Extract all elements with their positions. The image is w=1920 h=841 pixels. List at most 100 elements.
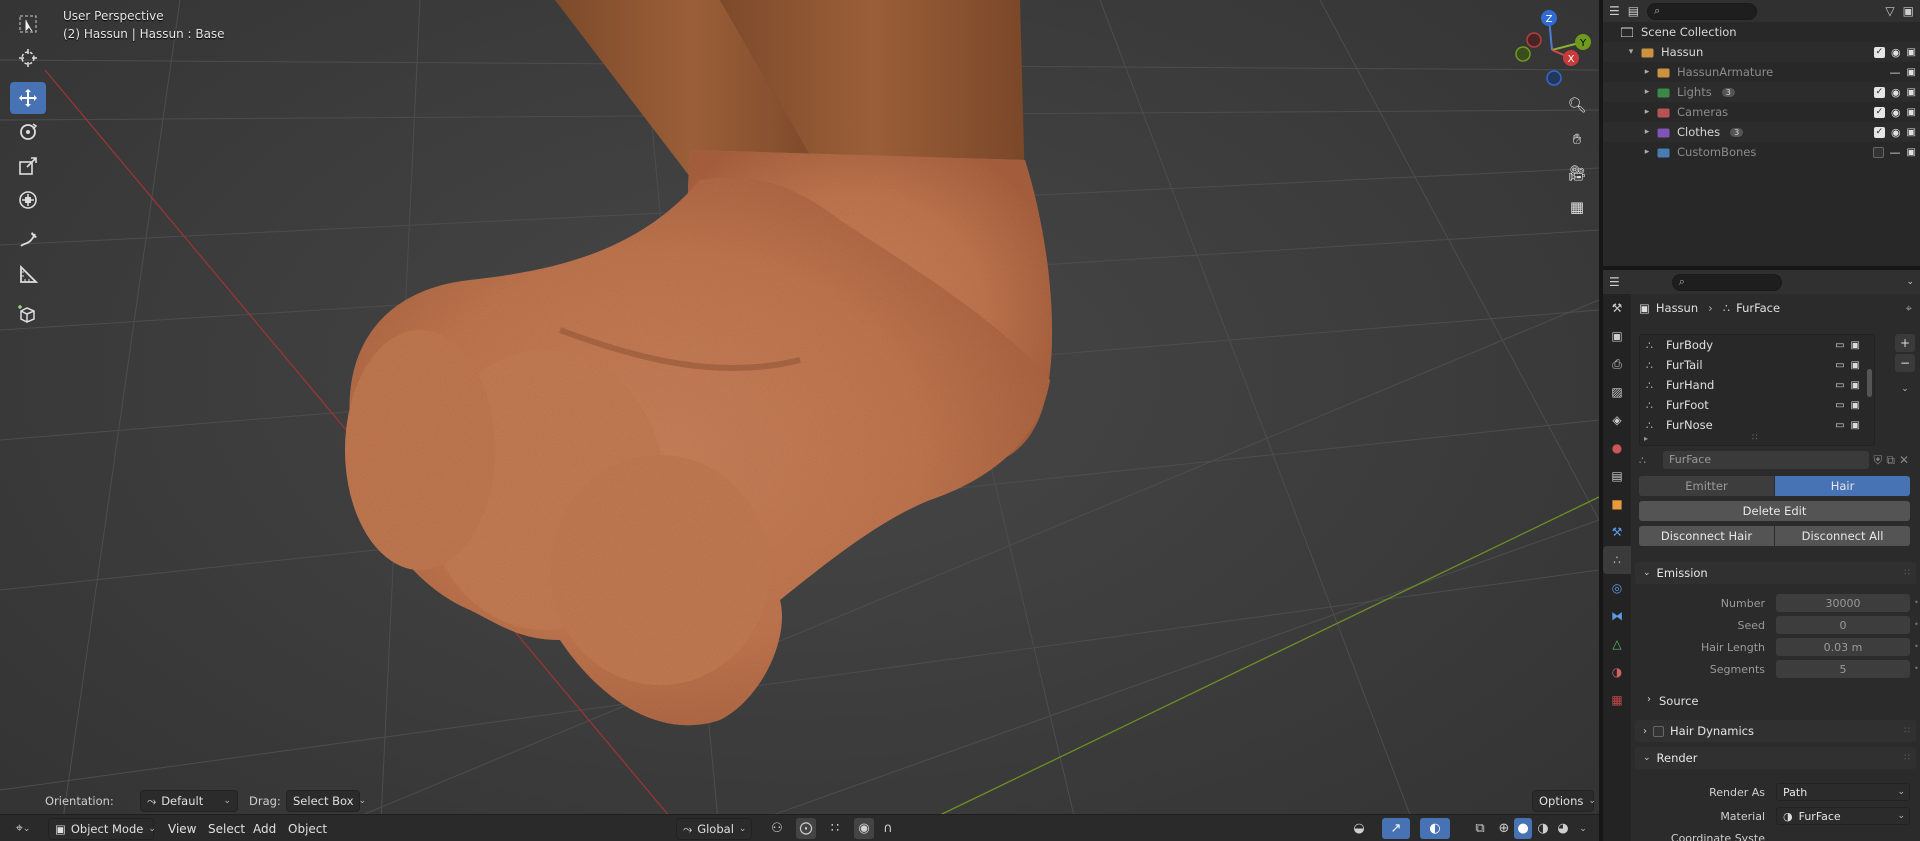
eye-icon[interactable]: ◉ [1891, 126, 1901, 139]
add-cube-tool[interactable] [10, 298, 46, 330]
hair-dynamics-panel-header[interactable]: › Hair Dynamics ∷ [1635, 720, 1916, 742]
tab-constraints[interactable]: ⧓ [1603, 602, 1631, 630]
outliner-row[interactable]: ▸ Clothes 3 ✓ ◉ ▣ [1603, 122, 1920, 142]
properties-editor-icon[interactable]: ☰ [1609, 275, 1620, 289]
menu-object[interactable]: Object [288, 822, 327, 836]
keyframe-dot-icon[interactable]: • [1914, 664, 1919, 673]
options-chevron-icon[interactable]: ⌄ [1906, 277, 1914, 287]
outliner-row[interactable]: ▸ Lights 3 ✓ ◉ ▣ [1603, 82, 1920, 102]
camera-icon[interactable]: ▣ [1907, 107, 1916, 118]
drag-handle-icon[interactable]: ∷ [1904, 753, 1910, 763]
monitor-icon[interactable]: ▭ [1835, 380, 1844, 391]
falloff-button[interactable]: ∩ [876, 818, 900, 839]
keyframe-dot-icon[interactable]: • [1914, 620, 1919, 629]
camera-icon[interactable]: ▣ [1907, 47, 1916, 58]
material-dropdown[interactable]: ◑ FurFace ⌄ [1776, 807, 1910, 825]
3d-viewport[interactable]: User Perspective (2) Hassun | Hassun : B… [0, 0, 1599, 841]
viewport-scene[interactable] [0, 0, 1599, 841]
emission-field-input[interactable]: 0 [1776, 616, 1910, 634]
options-dropdown[interactable]: Options ⌄ [1532, 790, 1596, 812]
particle-system-item[interactable]: ∴ FurFoot ▭ ▣ [1640, 395, 1874, 415]
settings-type-icon[interactable]: ∴ [1639, 454, 1659, 467]
mode-dropdown[interactable]: ▣ Object Mode ⌄ [48, 818, 156, 840]
tab-texture[interactable]: ▦ [1603, 686, 1631, 714]
new-collection-icon[interactable]: ▣ [1903, 4, 1914, 18]
monitor-icon[interactable]: ▭ [1835, 400, 1844, 411]
keyframe-dot-icon[interactable]: • [1914, 598, 1919, 607]
tab-object[interactable]: ■ [1603, 490, 1631, 518]
emission-field-input[interactable]: 30000 [1776, 594, 1910, 612]
eye-icon[interactable]: ◉ [1891, 106, 1901, 119]
monitor-icon[interactable]: ▭ [1835, 360, 1844, 371]
editor-type-button[interactable]: ⌖ ⌄ [8, 818, 38, 839]
camera-view-icon[interactable]: 🎥︎ [1562, 158, 1592, 188]
tab-view-layer[interactable]: ▨ [1603, 378, 1631, 406]
visibility-button[interactable]: ◒ [1344, 818, 1374, 839]
camera-icon[interactable]: ▣ [1851, 400, 1860, 411]
tab-output[interactable]: ⎙ [1603, 350, 1631, 378]
zoom-icon[interactable]: 🔍︎ [1562, 90, 1592, 120]
pivot-point-button[interactable]: ⚇ [762, 818, 792, 839]
fake-user-shield-icon[interactable]: ⛨ [1873, 453, 1882, 468]
navigation-gizmo[interactable]: Z Y X [1507, 8, 1593, 90]
chevron-right-icon[interactable]: ▸ [1641, 107, 1653, 117]
gizmo-neg-x[interactable] [1526, 32, 1542, 48]
emission-field-input[interactable]: 5 [1776, 660, 1910, 678]
gizmo-neg-y[interactable] [1515, 46, 1531, 62]
pan-hand-icon[interactable]: ✋︎ [1562, 124, 1592, 154]
xray-toggle[interactable]: ⧉ [1470, 818, 1490, 839]
tab-render[interactable]: ▣ [1603, 322, 1631, 350]
disconnect-hair-button[interactable]: Disconnect Hair [1639, 526, 1774, 546]
hair-dynamics-checkbox[interactable] [1653, 725, 1664, 737]
camera-icon[interactable]: ▣ [1851, 340, 1860, 351]
camera-icon[interactable]: ▣ [1907, 147, 1916, 158]
properties-search-input[interactable]: ⌕ [1671, 273, 1782, 291]
camera-icon[interactable]: ▣ [1851, 360, 1860, 371]
filter-icon[interactable]: ▽ [1885, 4, 1894, 18]
tab-particles[interactable]: ∴ [1603, 546, 1631, 574]
menu-view[interactable]: View [168, 822, 196, 836]
exclude-checkbox[interactable]: ✓ [1873, 126, 1885, 138]
scale-tool[interactable] [10, 150, 46, 182]
outliner-row[interactable]: ▸ CustomBones — ▣ [1603, 142, 1920, 162]
measure-tool[interactable] [10, 258, 46, 290]
outliner-row[interactable]: ▾ Hassun ✓ ◉ ▣ [1603, 42, 1920, 62]
keyframe-dot-icon[interactable]: • [1914, 642, 1919, 651]
transform-tool[interactable] [10, 184, 46, 216]
annotate-tool[interactable] [10, 224, 46, 256]
render-as-dropdown[interactable]: Path ⌄ [1776, 783, 1910, 801]
list-specials-button[interactable]: ⌄ [1895, 380, 1915, 398]
outliner-search-input[interactable]: ⌕ [1647, 2, 1758, 20]
tab-data[interactable]: △ [1603, 630, 1631, 658]
render-panel-header[interactable]: ⌄ Render ∷ [1635, 747, 1916, 769]
eye-icon[interactable]: ◉ [1891, 86, 1901, 99]
chevron-right-icon[interactable]: ▸ [1641, 127, 1653, 137]
menu-add[interactable]: Add [253, 822, 276, 836]
camera-icon[interactable]: ▣ [1851, 380, 1860, 391]
camera-icon[interactable]: ▣ [1907, 67, 1916, 78]
outliner-editor-icon[interactable]: ☰ [1609, 4, 1620, 18]
list-resize-grip-icon[interactable]: ∷ [1752, 433, 1758, 443]
emission-field-input[interactable]: 0.03 m [1776, 638, 1910, 656]
cursor-tool[interactable] [10, 42, 46, 74]
move-tool[interactable] [10, 82, 46, 114]
chevron-right-icon[interactable]: ▸ [1641, 147, 1653, 157]
disconnect-all-button[interactable]: Disconnect All [1775, 526, 1910, 546]
exclude-checkbox[interactable]: ✓ [1873, 86, 1885, 98]
camera-icon[interactable]: ▣ [1851, 420, 1860, 431]
chevron-down-icon[interactable]: ▾ [1625, 47, 1637, 57]
outliner[interactable]: ☰ ▤ ⌕ ▽ ▣ Scene Collection ▾ Hassun ✓ ◉ ▣ ▸ Ha… [1603, 0, 1920, 266]
particle-system-list[interactable]: ∴ FurBody ▭ ▣ ∴ FurTail ▭ ▣ ∴ FurHand ▭ ▣ ∴ FurFoot ▭ ▣… [1639, 334, 1875, 446]
eye-icon[interactable]: — [1890, 146, 1901, 159]
orientation-dropdown[interactable]: ⤳ Default ⌄ [140, 790, 238, 812]
camera-icon[interactable]: ▣ [1907, 127, 1916, 138]
monitor-icon[interactable]: ▭ [1835, 340, 1844, 351]
close-icon[interactable]: ✕ [1899, 453, 1909, 467]
drag-dropdown[interactable]: Select Box ⌄ [286, 790, 366, 812]
overlays-toggle[interactable]: ◐ [1420, 818, 1450, 839]
properties-editor[interactable]: ☰ ⌕ ⌄ ⚒ ▣ ⎙ ▨ ◈ ● ▤ ■ ⚒ ∴ ◎ ⧓ △ ◑ ▦ ▣ Ha… [1603, 270, 1920, 841]
hair-tab-button[interactable]: Hair [1775, 476, 1910, 496]
delete-edit-button[interactable]: Delete Edit [1639, 501, 1910, 521]
tab-collection[interactable]: ▤ [1603, 462, 1631, 490]
particle-system-item[interactable]: ∴ FurHand ▭ ▣ [1640, 375, 1874, 395]
